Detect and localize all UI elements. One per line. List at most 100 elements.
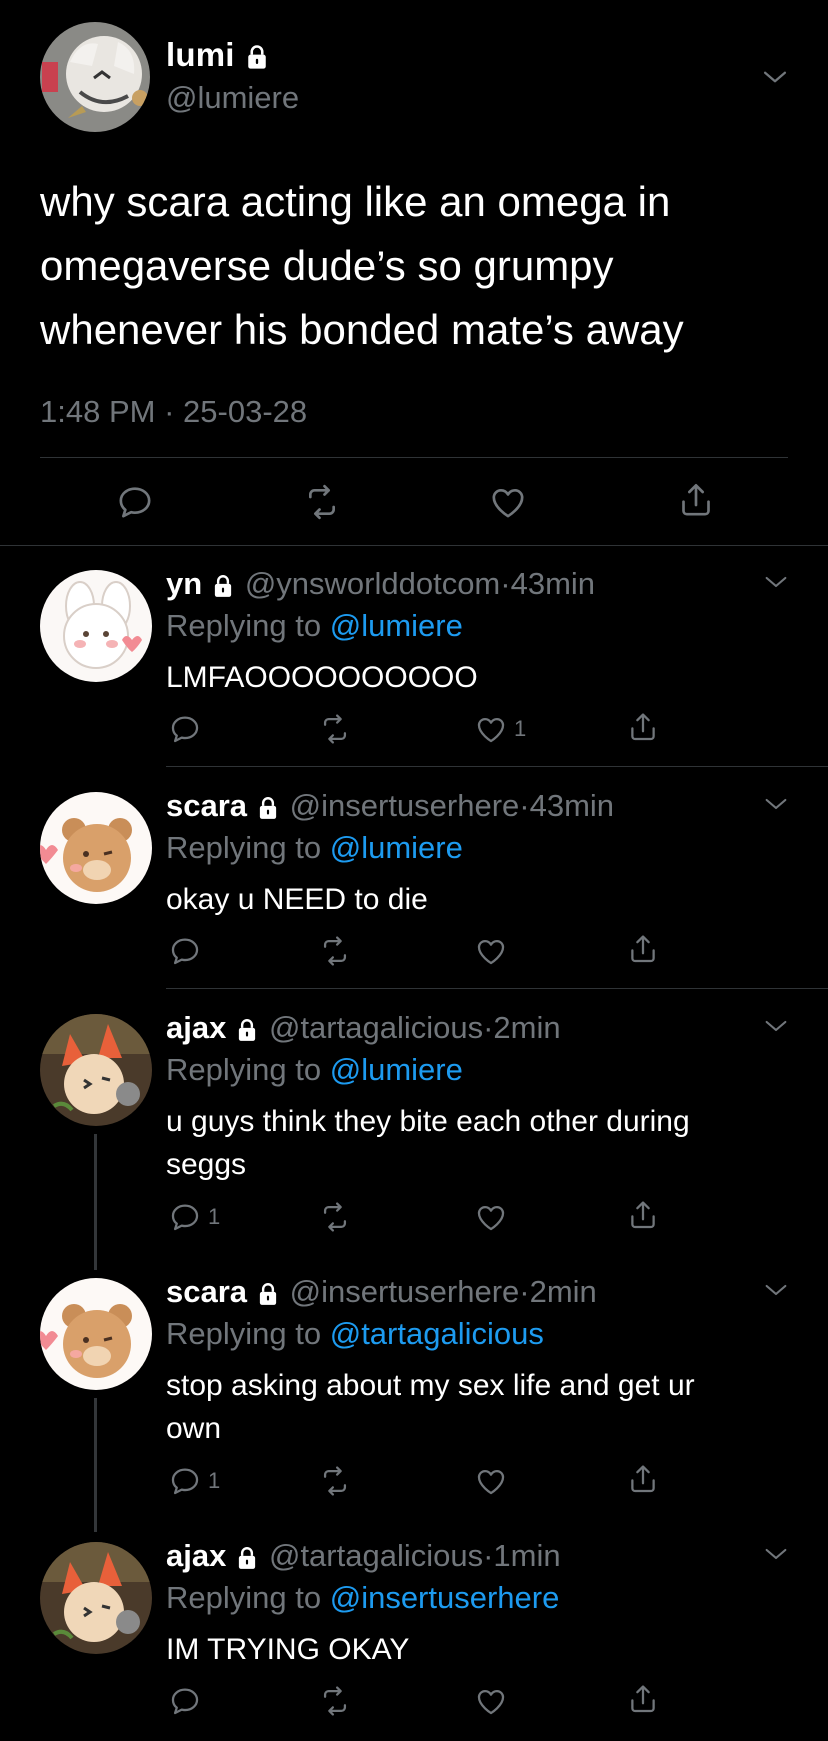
reply-text: stop asking about my sex life and get ur… [166,1364,786,1450]
replying-to: Replying to @tartagalicious [166,1316,544,1352]
retweet-icon[interactable] [318,1200,352,1234]
author-display-name[interactable]: yn [166,566,202,601]
author-handle[interactable]: @ynsworlddotcom [245,566,500,601]
reply-time: 2min [493,1010,561,1045]
lock-icon [243,43,271,71]
reply-text: LMFAOOOOOOOOOO [166,661,478,694]
reply-header: yn @ynsworlddotcom·43min [166,566,595,602]
retweet-action[interactable] [318,934,352,968]
retweet-icon[interactable] [318,712,352,746]
share-icon[interactable] [626,1462,660,1496]
meta-separator: · [483,1538,494,1573]
tweet-text-line: whenever his bonded mate’s away [40,306,684,353]
heart-icon[interactable] [474,1464,508,1498]
retweet-action[interactable] [318,712,352,746]
lock-icon [210,573,236,599]
like-action[interactable]: 1 [474,712,526,746]
share-icon[interactable] [626,932,660,966]
reply-action[interactable]: 1 [168,1464,220,1498]
reply-action[interactable] [168,934,202,968]
share-icon[interactable] [676,480,716,520]
author-display-name[interactable]: scara [166,1274,247,1309]
replying-to-link[interactable]: @lumiere [330,1052,463,1087]
divider [166,766,828,767]
share-icon[interactable] [626,710,660,744]
replying-to-link[interactable]: @insertuserhere [330,1580,560,1615]
tweet-timestamp[interactable]: 1:48 PM · 25-03-28 [40,394,307,430]
chevron-down-icon[interactable] [760,788,792,820]
replying-to-label: Replying to [166,830,322,865]
replying-to: Replying to @lumiere [166,608,463,644]
author-handle[interactable]: @insertuserhere [290,788,520,823]
chevron-down-icon[interactable] [760,1010,792,1042]
chevron-down-icon[interactable] [760,1538,792,1570]
share-action[interactable] [626,1198,660,1232]
heart-icon[interactable] [474,1200,508,1234]
author-display-name[interactable]: ajax [166,1010,226,1045]
author-handle[interactable]: @insertuserhere [290,1274,520,1309]
reply-icon[interactable] [115,482,155,522]
retweet-icon[interactable] [302,482,342,522]
share-action[interactable] [626,710,660,744]
author-handle[interactable]: @lumiere [166,80,299,116]
lock-icon [255,795,281,821]
reply-action[interactable] [168,1684,202,1718]
author-display-name[interactable]: scara [166,788,247,823]
reply-icon[interactable] [168,934,202,968]
avatar[interactable] [40,1278,152,1390]
reply-header: scara @insertuserhere·43min [166,788,614,824]
like-action[interactable] [474,934,508,968]
replying-to-label: Replying to [166,1052,322,1087]
avatar[interactable] [40,1542,152,1654]
author-display-name[interactable]: ajax [166,1538,226,1573]
retweet-icon[interactable] [318,1464,352,1498]
reply-icon[interactable] [168,1684,202,1718]
replying-to-link[interactable]: @tartagalicious [330,1316,544,1351]
heart-icon[interactable] [488,482,528,522]
heart-icon[interactable] [474,1684,508,1718]
reply-icon[interactable] [168,1200,202,1234]
avatar[interactable] [40,792,152,904]
retweet-action[interactable] [318,1464,352,1498]
replying-to: Replying to @lumiere [166,1052,463,1088]
reply-icon[interactable] [168,1464,202,1498]
chevron-down-icon[interactable] [760,1274,792,1306]
reply-action[interactable]: 1 [168,1200,220,1234]
reply-count: 1 [208,1204,221,1229]
author-display-name[interactable]: lumi [166,36,235,73]
share-icon[interactable] [626,1682,660,1716]
reply-count: 1 [208,1468,221,1493]
retweet-action[interactable] [318,1200,352,1234]
avatar[interactable] [40,1014,152,1126]
chevron-down-icon[interactable] [758,60,792,94]
tweet-date: 25-03-28 [183,394,308,429]
like-action[interactable] [474,1464,508,1498]
heart-icon[interactable] [474,712,508,746]
replying-to-link[interactable]: @lumiere [330,608,463,643]
avatar[interactable] [40,22,150,132]
share-action[interactable] [626,1682,660,1716]
tweet-text-line: omegaverse dude’s so grumpy [40,242,614,289]
lock-icon [255,1281,281,1307]
retweet-icon[interactable] [318,1684,352,1718]
author-handle[interactable]: @tartagalicious [269,1538,483,1573]
author-handle[interactable]: @tartagalicious [269,1010,483,1045]
tweet-text: why scara acting like an omega in omegav… [40,170,760,362]
like-action[interactable] [474,1684,508,1718]
chevron-down-icon[interactable] [760,566,792,598]
like-action[interactable] [474,1200,508,1234]
meta-separator: · [519,788,530,823]
thread-line [94,1134,97,1270]
retweet-icon[interactable] [318,934,352,968]
share-action[interactable] [626,1462,660,1496]
author-name[interactable]: lumi [166,36,271,74]
heart-icon[interactable] [474,934,508,968]
retweet-action[interactable] [318,1684,352,1718]
reply-icon[interactable] [168,712,202,746]
share-action[interactable] [626,932,660,966]
share-icon[interactable] [626,1198,660,1232]
reply-action[interactable] [168,712,208,746]
divider [40,457,788,458]
avatar[interactable] [40,570,152,682]
replying-to-link[interactable]: @lumiere [330,830,463,865]
